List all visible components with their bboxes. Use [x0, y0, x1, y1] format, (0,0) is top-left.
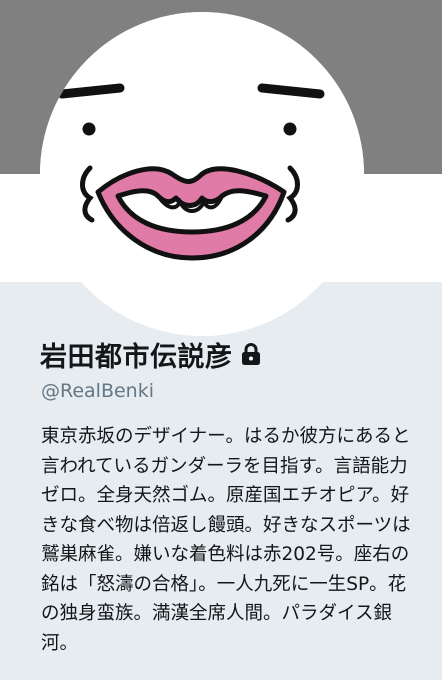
- avatar[interactable]: [40, 12, 364, 336]
- profile-bio: 東京赤坂のデザイナー。はるか彼方にあると言われているガンダーラを目指す。言語能力…: [41, 426, 411, 654]
- avatar-face-icon: [40, 12, 364, 336]
- display-name: 岩田都市伝説彦: [40, 341, 233, 373]
- lock-icon: [241, 343, 260, 365]
- profile-handle[interactable]: @RealBenki: [41, 380, 154, 402]
- profile-name-row: 岩田都市伝説彦: [40, 336, 263, 373]
